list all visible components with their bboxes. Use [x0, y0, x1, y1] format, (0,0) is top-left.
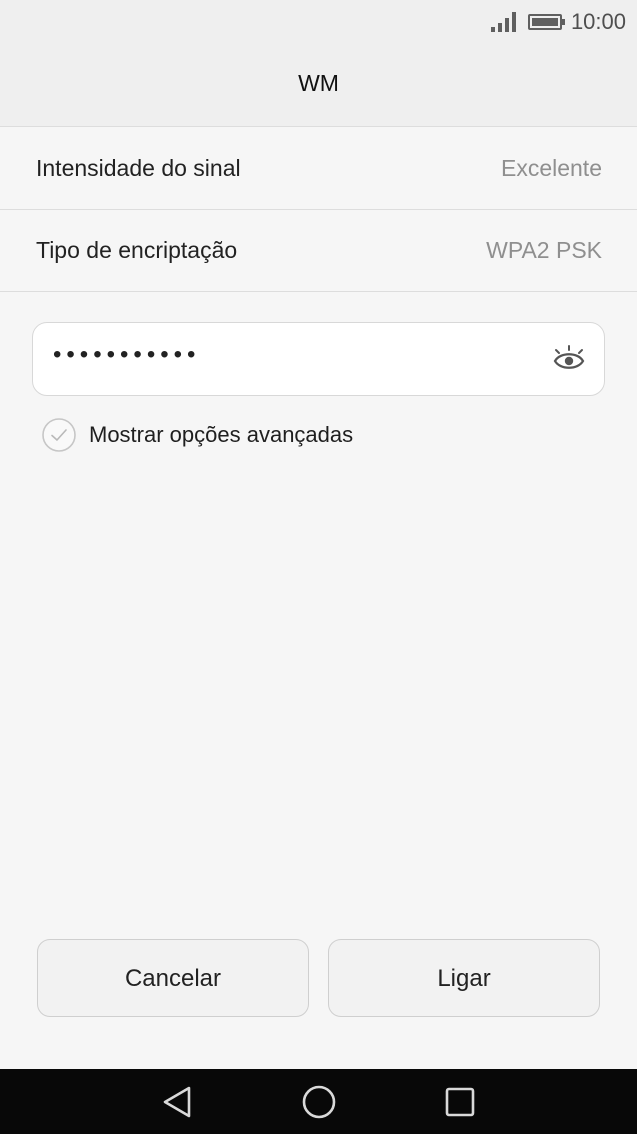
signal-bar: [504, 18, 509, 32]
encryption-type-row: Tipo de encriptação WPA2 PSK: [0, 210, 637, 292]
cancel-button[interactable]: Cancelar: [37, 939, 309, 1017]
encryption-type-label: Tipo de encriptação: [36, 237, 238, 263]
eye-icon[interactable]: [552, 343, 586, 377]
status-icons: 10:00: [490, 8, 626, 36]
signal-strength-label: Intensidade do sinal: [36, 155, 241, 181]
status-time: 10:00: [570, 9, 626, 34]
signal-strength-value: Excelente: [500, 155, 602, 181]
show-advanced-options-label[interactable]: Mostrar opções avançadas: [89, 422, 353, 448]
check-circle-icon[interactable]: [42, 418, 76, 452]
signal-bar: [511, 12, 516, 32]
title-bar: WM: [0, 44, 637, 127]
connect-button[interactable]: Ligar: [328, 939, 600, 1017]
signal-bar: [497, 23, 502, 32]
show-advanced-options-checkbox[interactable]: Mostrar opções avançadas: [42, 417, 353, 453]
signal-strength-row: Intensidade do sinal Excelente: [0, 128, 637, 210]
password-field[interactable]: •••••••••••: [32, 322, 605, 396]
encryption-type-value: WPA2 PSK: [486, 237, 602, 263]
signal-bar: [490, 27, 495, 32]
recent-apps-icon[interactable]: [440, 1082, 480, 1122]
back-icon[interactable]: [158, 1082, 198, 1122]
status-bar: 10:00: [0, 0, 637, 44]
password-input[interactable]: •••••••••••: [53, 341, 200, 369]
battery-icon: [527, 14, 565, 30]
network-title: WM: [298, 70, 339, 96]
navigation-bar: [0, 1069, 637, 1134]
signal-bars-icon: [490, 12, 516, 32]
home-icon[interactable]: [299, 1082, 339, 1122]
